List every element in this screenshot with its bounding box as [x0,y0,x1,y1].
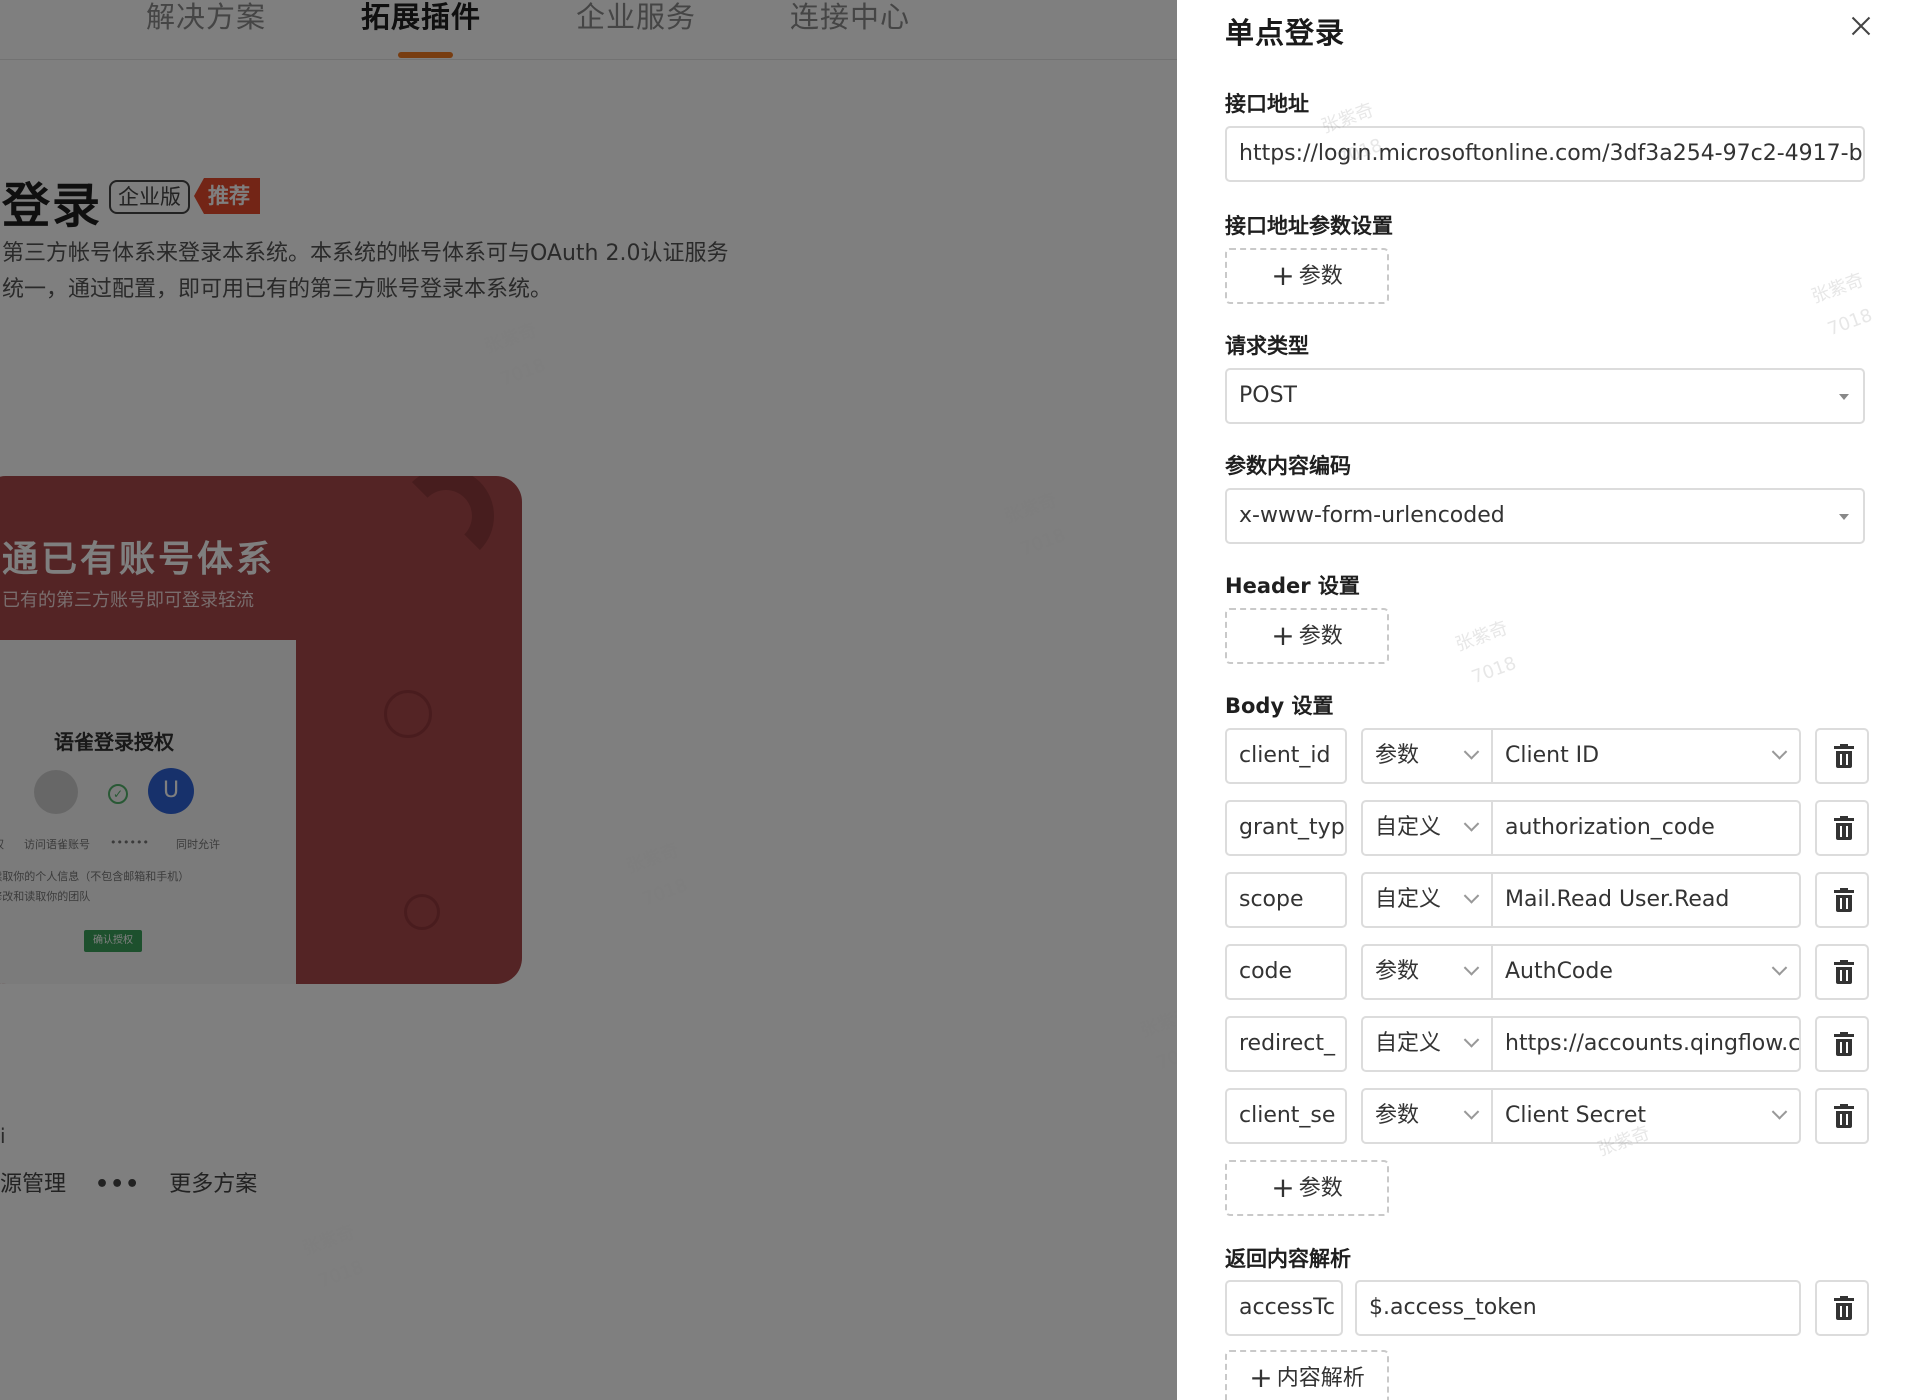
trash-icon [1834,960,1854,984]
param-type-select[interactable]: 自定义 [1361,800,1491,856]
button-label: 参数 [1298,1176,1343,1201]
add-header-param-button[interactable]: + 参数 [1225,608,1389,664]
close-icon[interactable] [1847,12,1875,40]
body-param-row: grant_typ 自定义 authorization_code [1225,800,1869,856]
chevron-down-icon [1463,1104,1480,1120]
encoding-label: 参数内容编码 [1225,454,1351,478]
endpoint-params-label: 接口地址参数设置 [1225,214,1393,238]
param-name-input[interactable]: client_se [1225,1088,1347,1144]
param-type-select[interactable]: 自定义 [1361,1016,1491,1072]
body-settings-label: Body 设置 [1225,694,1334,718]
chevron-down-icon [1771,960,1788,976]
button-label: 参数 [1298,264,1343,289]
trash-icon [1834,1296,1854,1320]
add-endpoint-param-button[interactable]: + 参数 [1225,248,1389,304]
chevron-down-icon [1463,744,1480,760]
select-value: Client ID [1505,743,1600,768]
body-param-row: redirect_ 自定义 https://accounts.qingflow.… [1225,1016,1869,1072]
param-type-select[interactable]: 自定义 [1361,872,1491,928]
param-name-input[interactable]: redirect_ [1225,1016,1347,1072]
select-value: 自定义 [1375,887,1442,912]
delete-row-button[interactable] [1815,728,1869,784]
trash-icon [1834,744,1854,768]
param-name-input[interactable]: code [1225,944,1347,1000]
select-value: 自定义 [1375,1031,1442,1056]
chevron-down-icon [1771,744,1788,760]
delete-row-button[interactable] [1815,944,1869,1000]
button-label: 内容解析 [1276,1366,1365,1391]
plus-icon: + [1249,1361,1273,1394]
param-type-select[interactable]: 参数 [1361,944,1491,1000]
chevron-down-icon [1463,1032,1480,1048]
param-value-input[interactable]: authorization_code [1491,800,1801,856]
param-value-input[interactable]: Mail.Read User.Read [1491,872,1801,928]
delete-row-button[interactable] [1815,800,1869,856]
delete-row-button[interactable] [1815,872,1869,928]
trash-icon [1834,816,1854,840]
body-param-row: scope 自定义 Mail.Read User.Read [1225,872,1869,928]
watermark: 张紫奇7018 [1452,617,1520,689]
parse-path-input[interactable]: $.access_token [1355,1280,1801,1336]
select-value: 参数 [1375,743,1420,768]
chevron-down-icon [1463,888,1480,904]
plus-icon: + [1271,259,1295,292]
param-value-select[interactable]: AuthCode [1491,944,1801,1000]
button-label: 参数 [1298,624,1343,649]
param-name-input[interactable]: client_id [1225,728,1347,784]
request-type-label: 请求类型 [1225,334,1309,358]
param-type-select[interactable]: 参数 [1361,728,1491,784]
delete-row-button[interactable] [1815,1016,1869,1072]
delete-row-button[interactable] [1815,1088,1869,1144]
header-settings-label: Header 设置 [1225,574,1360,598]
add-body-param-button[interactable]: + 参数 [1225,1160,1389,1216]
response-parse-row: accessTc $.access_token [1225,1280,1869,1336]
param-value-select[interactable]: Client Secret [1491,1088,1801,1144]
chevron-down-icon [1463,960,1480,976]
chevron-down-icon [1463,816,1480,832]
select-value: 参数 [1375,959,1420,984]
select-value: 自定义 [1375,815,1442,840]
param-name-input[interactable]: scope [1225,872,1347,928]
endpoint-url-input[interactable]: https://login.microsoftonline.com/3df3a2… [1225,126,1865,182]
body-param-row: code 参数 AuthCode [1225,944,1869,1000]
chevron-down-icon [1771,1104,1788,1120]
trash-icon [1834,1032,1854,1056]
encoding-select[interactable]: x-www-form-urlencoded [1225,488,1865,544]
sso-drawer: 单点登录 接口地址 https://login.microsoftonline.… [1177,0,1914,1400]
select-value: POST [1239,383,1297,408]
trash-icon [1834,1104,1854,1128]
param-value-input[interactable]: https://accounts.qingflow.c [1491,1016,1801,1072]
watermark: 张紫奇7018 [1808,269,1876,341]
plus-icon: + [1271,619,1295,652]
trash-icon [1834,888,1854,912]
body-param-row: client_id 参数 Client ID [1225,728,1869,784]
parse-name-input[interactable]: accessTc [1225,1280,1343,1336]
select-value: AuthCode [1505,959,1613,984]
body-param-row: client_se 参数 Client Secret [1225,1088,1869,1144]
plus-icon: + [1271,1171,1295,1204]
drawer-title: 单点登录 [1225,16,1346,50]
endpoint-label: 接口地址 [1225,92,1309,116]
param-name-input[interactable]: grant_typ [1225,800,1347,856]
add-response-parse-button[interactable]: + 内容解析 [1225,1350,1389,1400]
delete-row-button[interactable] [1815,1280,1869,1336]
select-value: x-www-form-urlencoded [1239,503,1505,528]
response-parse-label: 返回内容解析 [1225,1247,1351,1271]
select-value: 参数 [1375,1103,1420,1128]
request-type-select[interactable]: POST [1225,368,1865,424]
select-value: Client Secret [1505,1103,1647,1128]
param-value-select[interactable]: Client ID [1491,728,1801,784]
param-type-select[interactable]: 参数 [1361,1088,1491,1144]
